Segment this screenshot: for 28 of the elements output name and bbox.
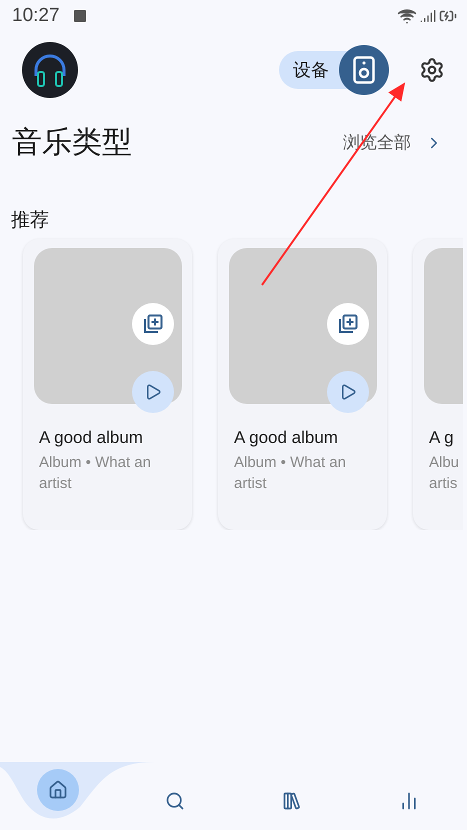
- signal-icon: [420, 8, 436, 24]
- album-subtitle: Album • What an artist: [39, 453, 152, 494]
- album-card[interactable]: A g Albu artis: [413, 239, 463, 530]
- album-subtitle: Album • What an artist: [234, 453, 347, 494]
- books-icon: [282, 791, 302, 811]
- status-time: 10:27: [12, 5, 60, 27]
- album-title: A g: [429, 428, 455, 448]
- home-icon: [48, 780, 68, 800]
- notification-icon: [74, 10, 86, 22]
- queue-add-icon: [338, 314, 358, 334]
- add-to-queue-button[interactable]: [327, 303, 369, 345]
- settings-icon[interactable]: [419, 57, 445, 83]
- album-subtitle: Albu artis: [429, 453, 460, 494]
- play-icon: [144, 383, 162, 401]
- play-icon: [339, 383, 357, 401]
- album-title: A good album: [234, 428, 339, 448]
- section-title: 音乐类型: [12, 125, 132, 161]
- section-title: 推荐: [10, 209, 50, 233]
- play-button[interactable]: [132, 371, 174, 413]
- speaker-icon: [353, 56, 375, 84]
- album-title: A good album: [39, 428, 144, 448]
- search-icon: [165, 791, 186, 811]
- queue-add-icon: [143, 314, 163, 334]
- play-button[interactable]: [327, 371, 369, 413]
- headphones-logo[interactable]: [22, 42, 78, 98]
- album-card[interactable]: A good album Album • What an artist: [218, 239, 387, 530]
- add-to-queue-button[interactable]: [132, 303, 174, 345]
- album-card[interactable]: A good album Album • What an artist: [23, 239, 192, 530]
